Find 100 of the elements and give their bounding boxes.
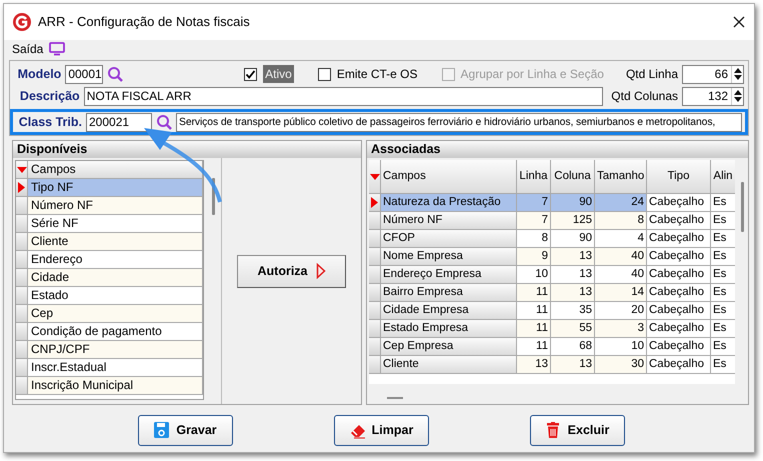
row-selector[interactable] [16,287,28,305]
row-selector[interactable] [16,377,28,395]
number-spinner[interactable]: 66 [682,64,744,84]
panel-header: Disponíveis [13,141,361,158]
table-cell: 125 [551,212,595,230]
app-logo-icon [12,12,32,32]
autoriza-button[interactable]: Autoriza [237,254,346,288]
table-cell: Es [711,356,735,374]
menu-item[interactable]: Saída [12,40,44,58]
row-selector[interactable] [369,338,381,356]
table-cell: Es [711,284,735,302]
table-cell: Cabeçalho [647,356,711,374]
row-selector[interactable] [16,341,28,359]
row-selector[interactable] [16,323,28,341]
delete-button[interactable]: Excluir [530,415,625,446]
class-trib-field[interactable]: 200021 [86,112,152,132]
row-selector[interactable] [369,194,381,212]
table-cell: 7 [517,212,551,230]
table-cell: Cabeçalho [647,194,711,212]
table-cell: Es [711,248,735,266]
window-title: ARR - Configuração de Notas fiscais [38,13,250,32]
number-spinner[interactable]: 132 [682,86,744,106]
table-cell: 8 [595,212,647,230]
table-cell: Cep Empresa [381,338,517,356]
table-cell: 11 [517,320,551,338]
table-cell: Es [711,302,735,320]
scrollbar-thumb[interactable] [741,182,744,232]
row-selector[interactable] [16,251,28,269]
modelo-field[interactable]: 00001 [65,64,103,84]
table-cell: Es [711,320,735,338]
row-selector[interactable] [16,269,28,287]
search-icon[interactable] [156,114,172,130]
table-cell: Cabeçalho [647,248,711,266]
list-item[interactable]: Cliente [28,233,203,251]
table-cell: Cabeçalho [647,338,711,356]
row-selector[interactable] [16,197,28,215]
table-cell: Endereço Empresa [381,266,517,284]
right-arrow-icon [316,263,326,279]
table-cell: 40 [595,248,647,266]
row-selector[interactable] [369,266,381,284]
list-item[interactable]: Tipo NF [28,179,203,197]
table-cell: 7 [517,194,551,212]
column-header[interactable]: Coluna [551,160,595,194]
sort-arrow-icon [370,174,380,180]
table-cell: Es [711,212,735,230]
list-item[interactable]: Número NF [28,197,203,215]
table-cell: 13 [551,356,595,374]
row-selector[interactable] [16,233,28,251]
save-button[interactable]: Gravar [138,415,233,446]
table-cell: Cliente [381,356,517,374]
field-label: Qtd Colunas [611,88,678,105]
row-selector[interactable] [369,320,381,338]
table-cell: Cidade Empresa [381,302,517,320]
row-selector[interactable] [16,215,28,233]
scrollbar-thumb[interactable] [387,397,403,399]
table-cell: Nome Empresa [381,248,517,266]
scrollbar-thumb[interactable] [212,178,215,215]
list-item[interactable]: Inscrição Municipal [28,377,203,395]
list-item[interactable]: CNPJ/CPF [28,341,203,359]
checkbox[interactable]: Emite CT-e OS [318,65,418,83]
row-selector[interactable] [369,212,381,230]
list-item[interactable]: Cep [28,305,203,323]
table-cell: Es [711,338,735,356]
table-cell: Cabeçalho [647,230,711,248]
column-header[interactable]: Campos [381,160,517,194]
description-field[interactable]: Serviços de transporte público coletivo de passageiros ferroviário e hidroviário urbanos, semiurbanos e metropolitanos, [176,112,742,132]
table-cell: 24 [595,194,647,212]
row-selector[interactable] [16,305,28,323]
monitor-icon[interactable] [49,42,66,56]
field-label: Qtd Linha [626,66,678,83]
search-icon[interactable] [106,66,123,82]
column-header[interactable]: Campos [28,161,203,179]
table-cell: 30 [595,356,647,374]
row-selector[interactable] [16,359,28,377]
table-cell: Bairro Empresa [381,284,517,302]
row-pointer-icon [18,182,25,193]
table-cell: 14 [595,284,647,302]
table-cell: Cabeçalho [647,320,711,338]
column-header[interactable]: Tamanho [595,160,647,194]
row-selector[interactable] [369,230,381,248]
descricao-field[interactable]: NOTA FISCAL ARR [84,86,604,106]
field-label: Modelo [16,66,62,83]
row-selector[interactable] [369,248,381,266]
table-cell: Es [711,266,735,284]
clear-button[interactable]: Limpar [334,415,429,446]
field-label: Descrição [18,88,80,105]
column-header[interactable]: Linha [517,160,551,194]
row-selector[interactable] [369,356,381,374]
column-header[interactable]: Alin [711,160,735,194]
table-cell: 11 [517,284,551,302]
table-cell: Estado Empresa [381,320,517,338]
sort-arrow-icon [16,166,26,172]
row-selector[interactable] [369,302,381,320]
panel-header: Associadas [367,141,748,158]
column-header[interactable]: Tipo [647,160,711,194]
row-selector[interactable] [16,179,28,197]
table-cell: Cabeçalho [647,284,711,302]
list-item[interactable]: Cidade [28,269,203,287]
close-icon[interactable] [732,15,746,29]
row-selector[interactable] [369,284,381,302]
